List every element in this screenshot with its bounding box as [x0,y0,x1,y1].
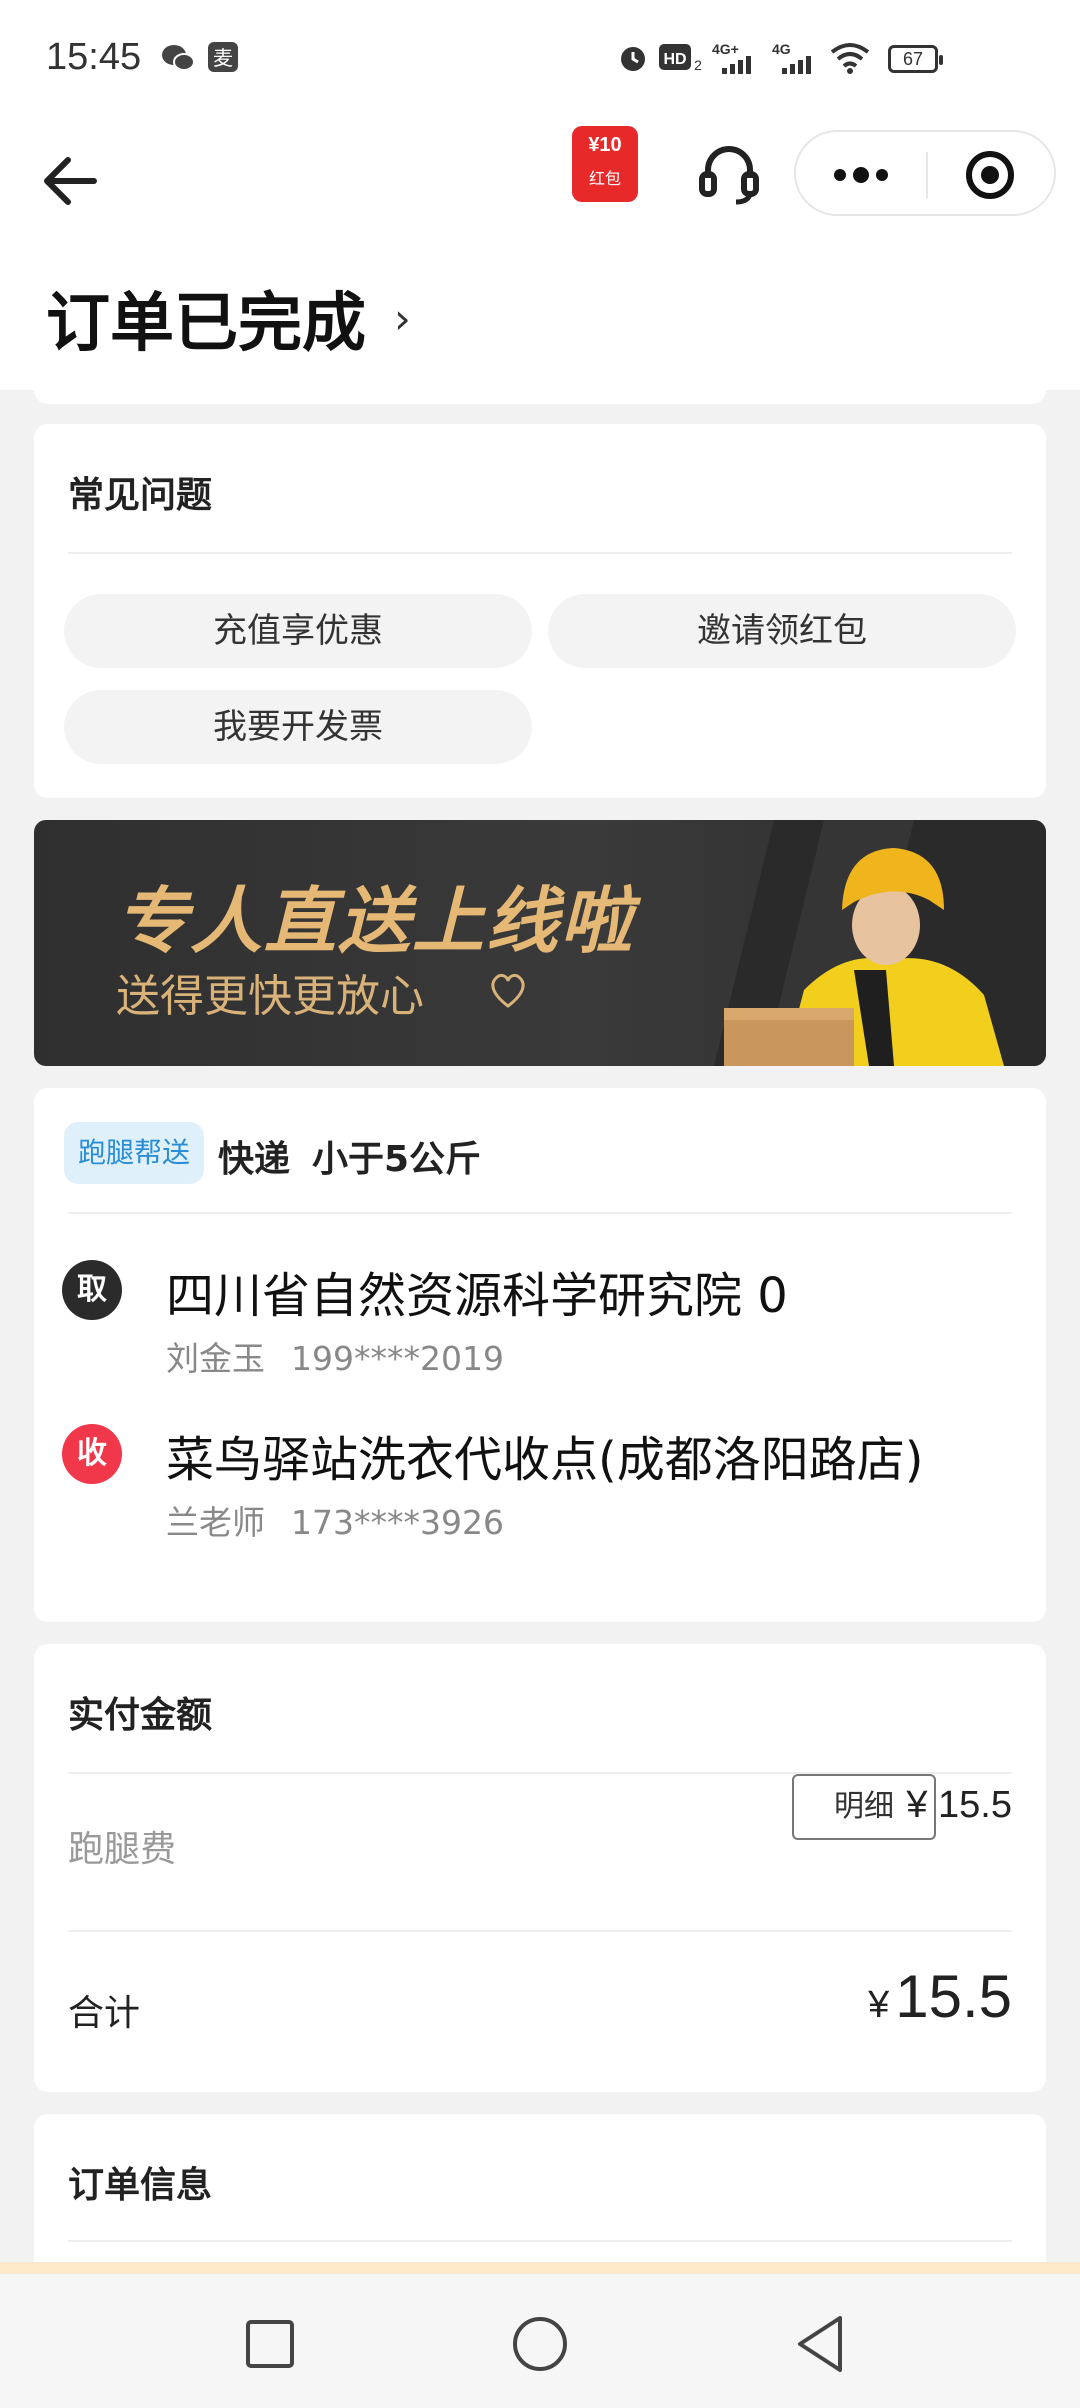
faq-recharge-button[interactable]: 充值享优惠 [64,594,532,668]
bottom-bar-edge [0,2262,1080,2274]
banner-title: 专人直送上线啦 [116,879,635,963]
status-bar: 15:45 麦 HD 2 4G+ 4G 67 [0,0,1080,120]
back-button[interactable] [36,146,106,216]
shipment-weight: 小于5公斤 [312,1139,482,1180]
system-back-button[interactable] [782,2304,862,2384]
square-icon [246,2320,294,2368]
total-value: 15.5 [895,1963,1012,2030]
mini-program-capsule [794,130,1056,216]
svg-text:2: 2 [694,57,702,73]
pickup-address: 四川省自然资源科学研究院 0 [166,1268,788,1324]
total-label: 合计 [68,1993,141,2034]
delivery-phone: 173****3926 [291,1503,504,1542]
heart-icon [491,973,525,1008]
triangle-back-icon [798,2316,842,2372]
payment-title: 实付金额 [68,1695,213,1736]
system-nav-bar [0,2274,1080,2408]
svg-text:4G+: 4G+ [712,41,739,57]
fee-value: ¥ 15.5 [906,1784,1012,1826]
red-packet-button[interactable]: ¥10 红包 [572,126,638,202]
order-info-title: 订单信息 [68,2165,213,2206]
delivery-name: 兰老师 [166,1503,265,1542]
faq-card: 常见问题 充值享优惠 邀请领红包 我要开发票 [34,424,1046,798]
wechat-icon [160,40,196,84]
recent-apps-button[interactable] [230,2304,310,2384]
total-currency: ¥ [868,1984,890,2026]
svg-text:麦: 麦 [213,46,233,70]
customer-service-button[interactable] [694,140,764,210]
faq-invite-button[interactable]: 邀请领红包 [548,594,1016,668]
nav-bar: ¥10 红包 [0,120,1080,240]
status-time: 15:45 [46,36,142,78]
pickup-badge: 取 [62,1260,122,1320]
delivery-address: 菜鸟驿站洗衣代收点(成都洛阳路店) [166,1432,924,1488]
red-packet-amount: ¥10 [588,134,622,156]
faq-invoice-button[interactable]: 我要开发票 [64,690,532,764]
pickup-phone: 199****2019 [291,1339,504,1378]
order-status-header[interactable]: 订单已完成 › [0,240,1080,390]
fee-label: 跑腿费 [68,1829,177,1870]
wifi-icon [830,40,870,82]
svg-text:4G: 4G [772,41,791,57]
total-amount: ¥15.5 [868,1962,1012,2031]
svg-text:HD: HD [663,51,686,68]
courier-illustration [714,820,1046,1066]
headset-icon [699,146,759,205]
divider [68,1212,1012,1214]
signal-4g-icon: 4G [772,40,822,84]
shipment-type: 快递 [218,1139,291,1180]
banner-subtitle: 送得更快更放心 [116,971,424,1022]
promo-banner[interactable]: 专人直送上线啦 送得更快更放心 [34,820,1046,1066]
close-mini-program-button[interactable] [928,132,1056,218]
more-button[interactable] [796,132,926,218]
delivery-contact: 兰老师 173****3926 [166,1496,504,1544]
signal-4g-icon: 4G+ [712,40,762,84]
pickup-contact: 刘金玉 199****2019 [166,1332,504,1380]
red-packet-label: 红包 [588,169,621,188]
more-dots-icon [834,167,888,183]
circle-icon [513,2317,567,2371]
target-circle-icon [966,151,1014,199]
service-tag: 跑腿帮送 [64,1122,205,1184]
app-icon: 麦 [206,40,240,82]
alarm-icon [616,40,650,82]
page-title: 订单已完成 [46,287,366,361]
hd-icon: HD 2 [658,40,704,82]
home-button[interactable] [500,2304,580,2384]
delivery-badge: 收 [62,1424,122,1484]
divider [68,552,1012,554]
card-edge [34,390,1046,404]
route-card: 跑腿帮送 快递 小于5公斤 取 四川省自然资源科学研究院 0 刘金玉 199***… [34,1088,1046,1622]
divider [68,2240,1012,2242]
pickup-name: 刘金玉 [166,1339,265,1378]
chevron-right-icon: › [394,294,411,343]
faq-title: 常见问题 [68,475,213,516]
divider [68,1930,1012,1932]
arrow-left-icon [44,157,97,205]
payment-card: 实付金额 跑腿费 明细 ¥ 15.5 合计 ¥15.5 [34,1644,1046,2092]
battery-icon: 67 [888,45,943,73]
